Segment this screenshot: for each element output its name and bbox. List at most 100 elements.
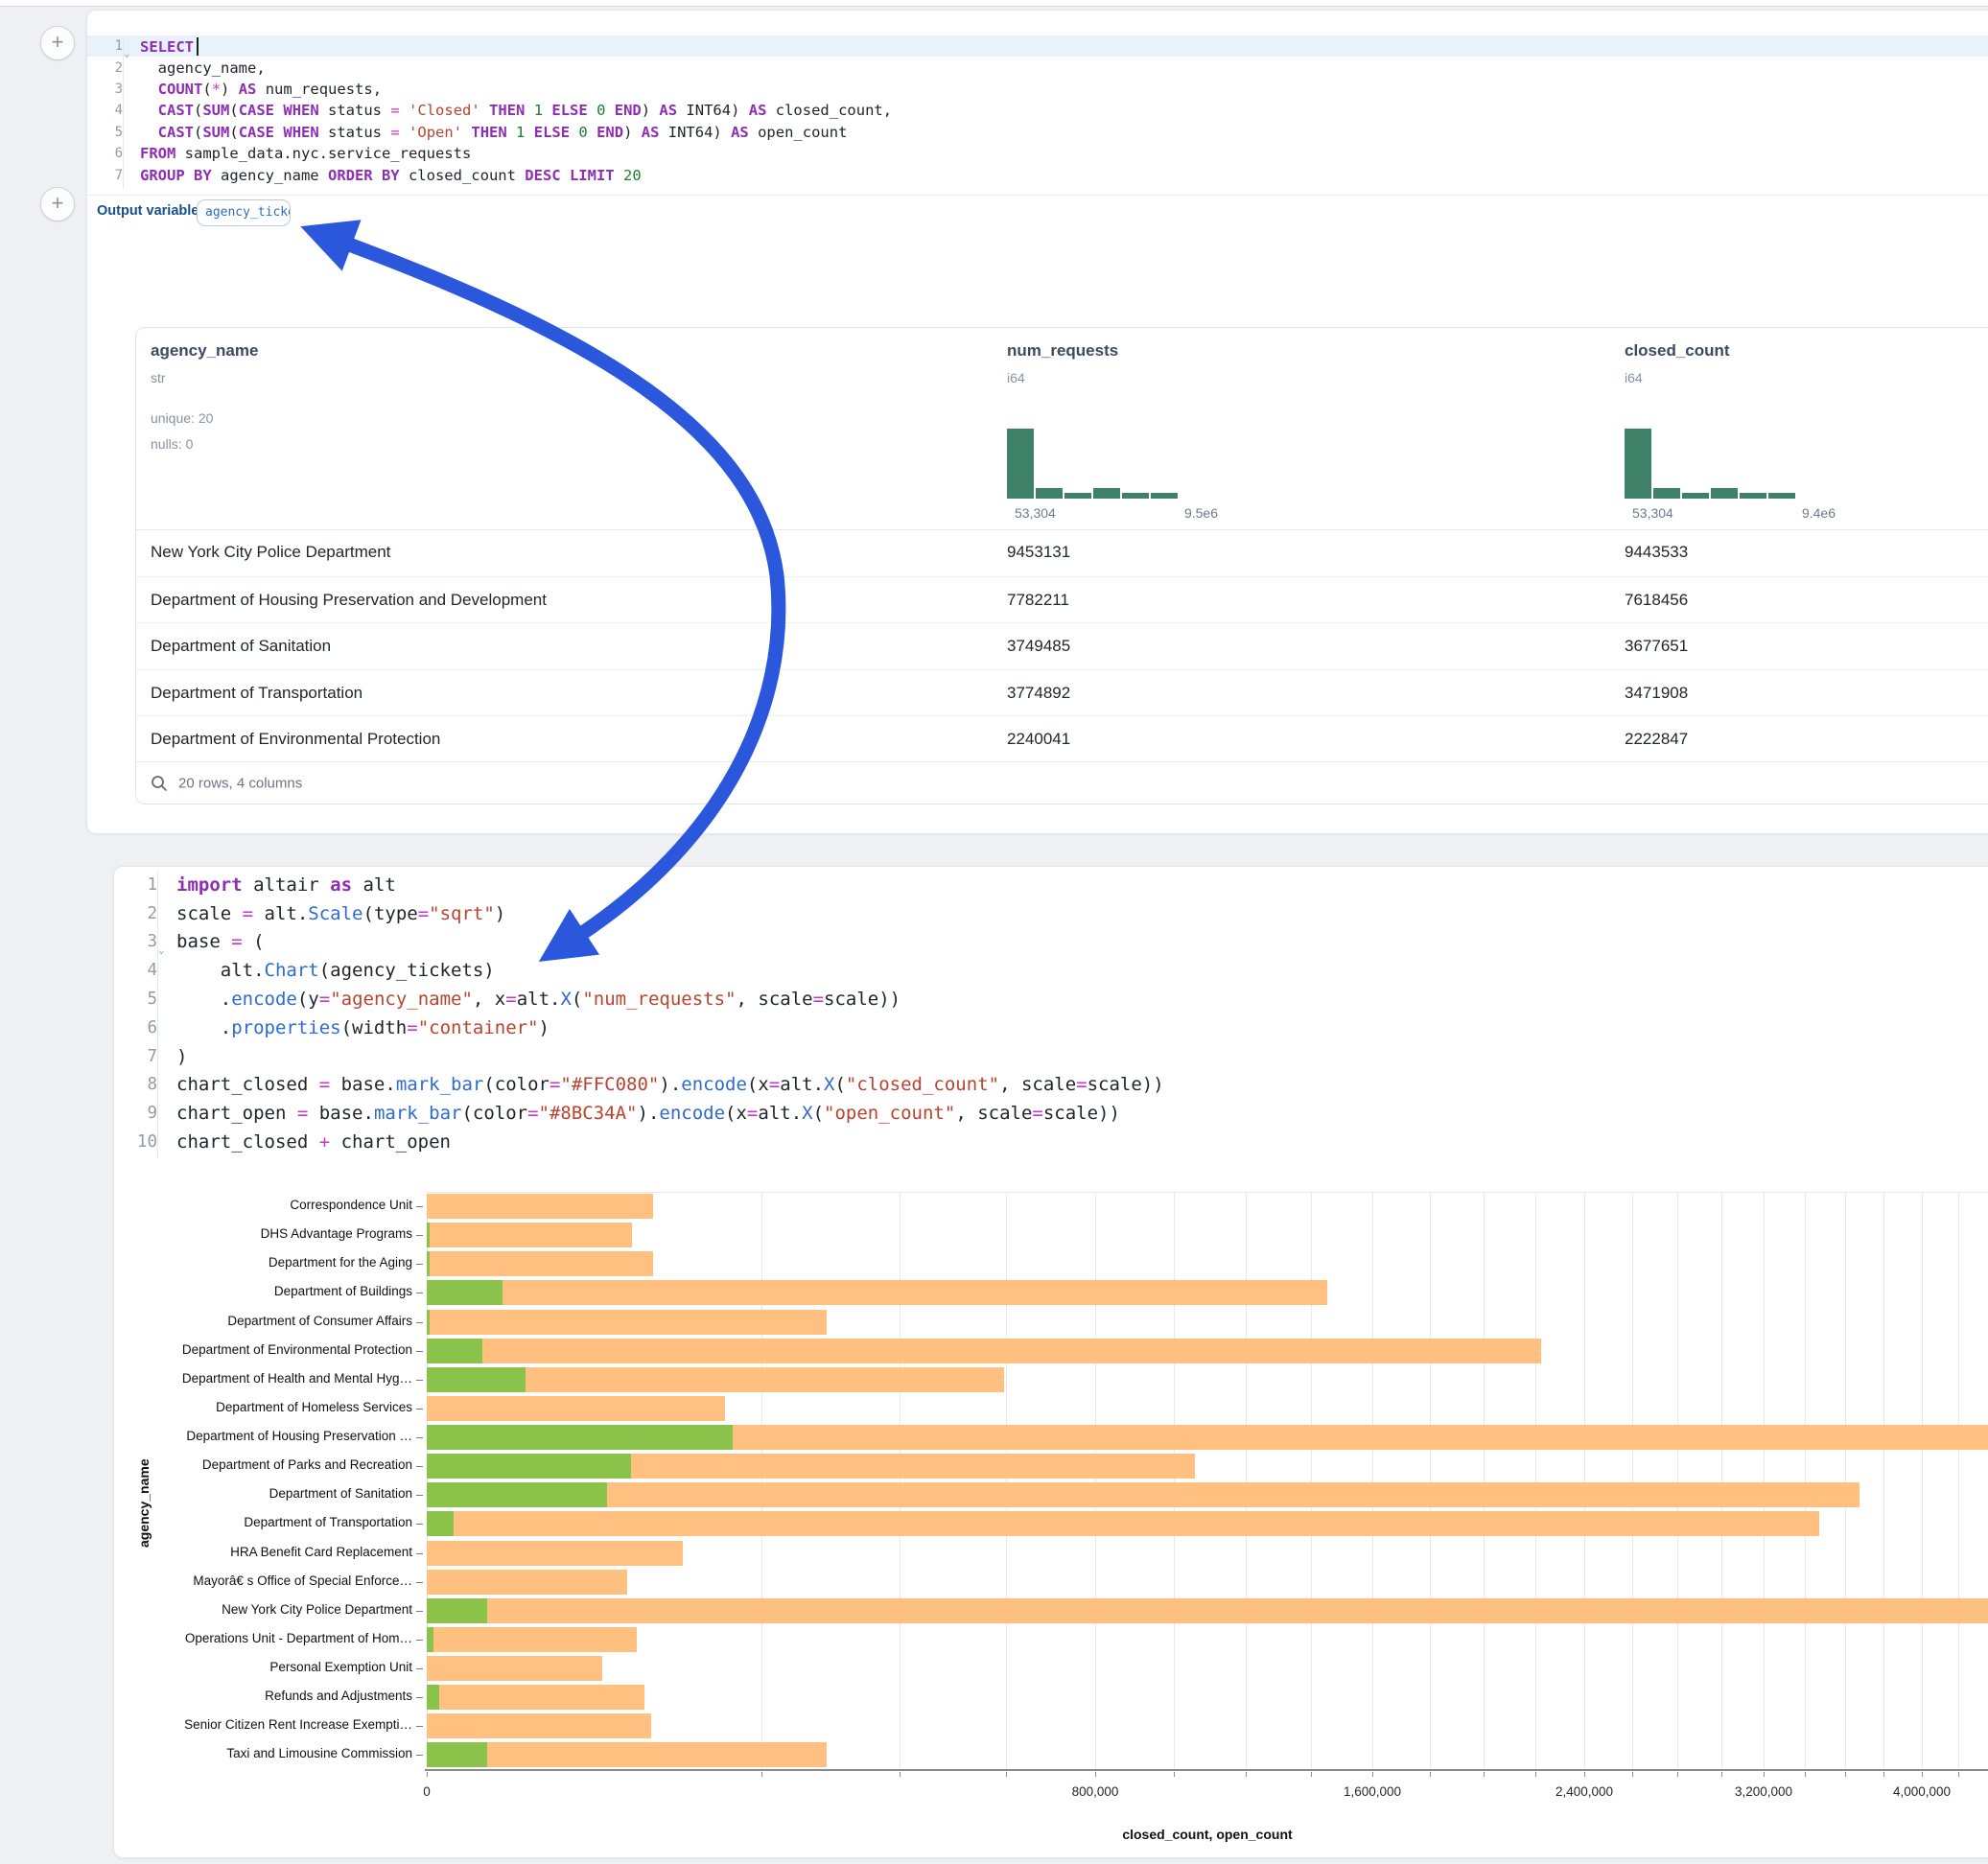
y-axis-tick — [416, 1611, 423, 1612]
y-axis-label: Department of Parks and Recreation — [86, 1457, 412, 1472]
x-axis-tick — [1095, 1772, 1096, 1777]
y-axis-label: Department of Environmental Protection — [86, 1342, 412, 1357]
code-line: 8chart_closed = base.mark_bar(color="#FF… — [114, 1071, 1988, 1100]
gridline — [1484, 1192, 1485, 1769]
x-axis-tick — [1246, 1772, 1247, 1777]
table-row[interactable]: Department of Environmental Protection22… — [136, 715, 1988, 763]
code-text: base = ( — [176, 931, 265, 952]
open-count-bar — [427, 1425, 733, 1450]
y-axis-label: Department of Housing Preservation … — [86, 1429, 412, 1443]
code-text: chart_closed = base.mark_bar(color="#FFC… — [176, 1074, 1164, 1095]
add-cell-button[interactable]: + — [40, 187, 75, 221]
gridline — [427, 1192, 428, 1769]
y-axis-tick — [416, 1582, 423, 1583]
histogram-max-label: 9.5e6 — [1141, 505, 1218, 521]
table-row[interactable]: Department of Housing Preservation and D… — [136, 576, 1988, 624]
code-line: 6 .properties(width="container") — [114, 1014, 1988, 1042]
code-line: 2 agency_name, — [87, 57, 1988, 78]
code-line: 4 CAST(SUM(CASE WHEN status = 'Closed' T… — [87, 100, 1988, 121]
y-axis-tick — [416, 1668, 423, 1669]
y-axis-tick — [416, 1553, 423, 1554]
code-text: chart_open = base.mark_bar(color="#8BC34… — [176, 1103, 1120, 1124]
open-count-bar — [427, 1367, 526, 1392]
y-axis-tick — [416, 1351, 423, 1352]
y-axis-label: HRA Benefit Card Replacement — [86, 1545, 412, 1559]
gridline — [1721, 1192, 1722, 1769]
sql-code-editor[interactable]: 1⌄SELECT2 agency_name,3 COUNT(*) AS num_… — [87, 35, 1988, 186]
column-type: i64 — [1007, 370, 1025, 385]
code-text: import altair as alt — [176, 874, 396, 896]
y-axis-label: Department of Health and Mental Hyg… — [86, 1371, 412, 1386]
histogram-bar — [1682, 493, 1709, 499]
code-text: .properties(width="container") — [176, 1017, 550, 1038]
x-axis-tick — [1535, 1772, 1536, 1777]
output-variable-pill[interactable]: agency_tickets — [197, 199, 291, 226]
column-name[interactable]: closed_count — [1625, 341, 1730, 361]
column-stat: unique: 20 — [151, 410, 213, 426]
open-count-bar — [427, 1627, 433, 1652]
gridline — [1311, 1192, 1312, 1769]
add-cell-button[interactable]: + — [40, 26, 75, 60]
cell-divider — [87, 195, 1988, 196]
table-cell: 7782211 — [1007, 591, 1069, 610]
gridline — [1805, 1192, 1806, 1769]
table-cell: New York City Police Department — [151, 543, 390, 562]
x-axis-label: 3,200,000 — [1696, 1784, 1831, 1799]
code-line: 10chart_closed + chart_open — [114, 1128, 1988, 1156]
column-name[interactable]: agency_name — [151, 341, 258, 361]
table-row[interactable]: Department of Transportation377489234719… — [136, 669, 1988, 717]
chevron-down-icon[interactable]: ⌄ — [158, 944, 165, 956]
table-cell: 2222847 — [1625, 730, 1688, 749]
gutter-divider — [123, 35, 124, 189]
gutter-divider — [157, 871, 158, 1158]
x-axis-tick — [427, 1772, 428, 1777]
y-axis-tick — [416, 1640, 423, 1641]
table-cell: 2240041 — [1007, 730, 1070, 749]
table-row[interactable]: Department of Sanitation37494853677651 — [136, 622, 1988, 670]
output-variable-label: Output variable: — [97, 203, 203, 219]
open-count-bar — [427, 1685, 439, 1710]
column-stat: nulls: 0 — [151, 436, 193, 452]
y-axis-tick — [416, 1437, 423, 1438]
gridline — [1095, 1192, 1096, 1769]
line-number: 2 — [87, 60, 134, 76]
python-code-editor[interactable]: 1import altair as alt2scale = alt.Scale(… — [114, 871, 1988, 1156]
histogram-bar — [1064, 493, 1091, 499]
open-count-bar — [427, 1454, 631, 1479]
x-axis-tick — [1764, 1772, 1765, 1777]
gridline — [761, 1192, 762, 1769]
closed-count-bar — [427, 1570, 627, 1595]
y-axis-tick — [416, 1697, 423, 1698]
line-number: 10 — [114, 1132, 168, 1152]
code-text: agency_name, — [140, 59, 266, 77]
line-number: 7 — [87, 168, 134, 183]
table-cell: 9443533 — [1625, 543, 1688, 562]
row-count-summary: 20 rows, 4 columns — [178, 775, 302, 791]
search-icon[interactable] — [150, 774, 169, 798]
histogram-bar — [1036, 488, 1063, 499]
x-axis-tick — [1484, 1772, 1485, 1777]
x-axis-line — [425, 1769, 1988, 1771]
open-count-bar — [427, 1598, 487, 1623]
table-cell: Department of Sanitation — [151, 637, 331, 656]
x-axis-label: 2,400,000 — [1517, 1784, 1651, 1799]
closed-count-bar — [427, 1511, 1819, 1536]
code-text: COUNT(*) AS num_requests, — [140, 81, 382, 98]
y-axis-label: Department of Transportation — [86, 1515, 412, 1529]
column-type: i64 — [1625, 370, 1643, 385]
table-cell: 7618456 — [1625, 591, 1688, 610]
gridline — [1430, 1192, 1431, 1769]
closed-count-bar — [427, 1339, 1541, 1363]
histogram-bar — [1711, 488, 1738, 499]
histogram-bar — [1151, 493, 1178, 499]
line-number: 7 — [114, 1047, 168, 1066]
table-row[interactable]: New York City Police Department945313194… — [136, 529, 1988, 576]
histogram-bar — [1093, 488, 1120, 499]
closed-count-bar — [427, 1310, 827, 1335]
line-number: 5 — [87, 125, 134, 140]
histogram-bar — [1740, 493, 1766, 499]
y-axis-tick — [416, 1322, 423, 1323]
y-axis-label: Operations Unit - Department of Hom… — [86, 1631, 412, 1645]
y-axis-tick — [416, 1235, 423, 1236]
column-name[interactable]: num_requests — [1007, 341, 1118, 361]
